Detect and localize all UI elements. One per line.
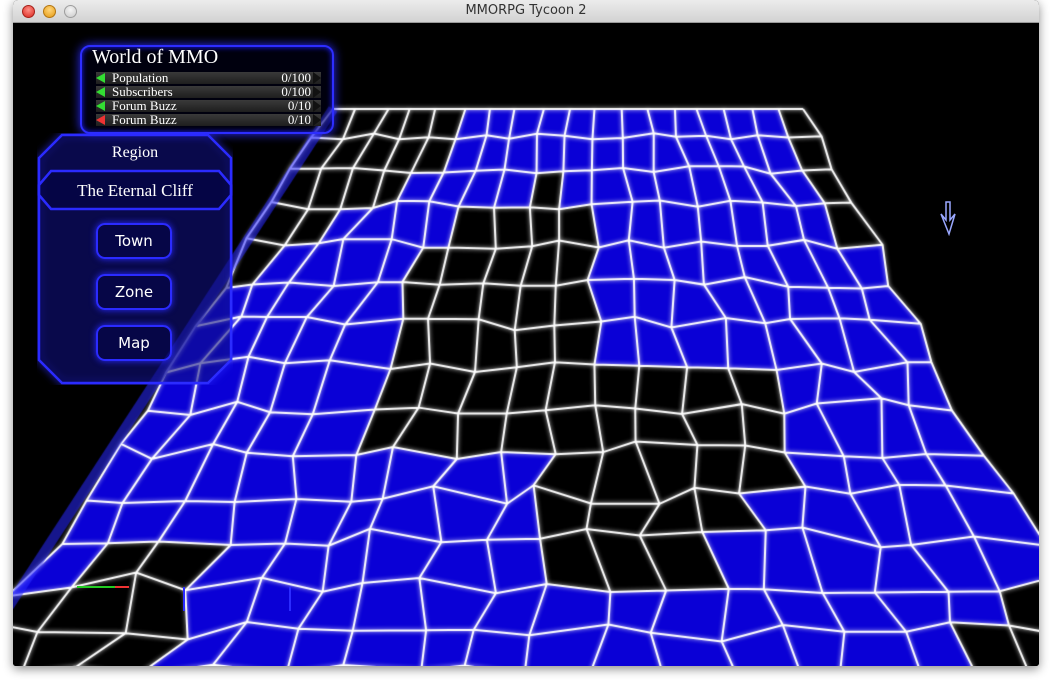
axis-gizmo-z [183,587,185,611]
trend-up-icon [96,87,105,97]
stat-row-forum-buzz-down: Forum Buzz 0/10 [96,112,321,127]
town-button[interactable]: Town [96,223,172,259]
app-window: MMORPG Tycoon 2 World of MMO Population … [13,0,1039,666]
pointer-cursor-icon [940,201,956,236]
axis-gizmo-z2 [289,587,291,611]
stat-label: Forum Buzz [112,112,177,127]
row-cap-icon [313,114,321,126]
map-button[interactable]: Map [96,325,172,361]
trend-up-icon [96,101,105,111]
stat-value: 0/10 [287,112,311,127]
stat-row-subscribers: Subscribers 0/100 [96,84,321,99]
window-title: MMORPG Tycoon 2 [465,3,587,18]
game-viewport[interactable]: World of MMO Population 0/100 Subscriber… [13,23,1039,666]
row-cap-icon [313,72,321,84]
stats-panel: World of MMO Population 0/100 Subscriber… [80,45,334,134]
axis-gizmo-xy [77,586,129,588]
stat-row-population: Population 0/100 [96,70,321,85]
zone-button[interactable]: Zone [96,274,172,310]
region-title: Region [111,144,159,161]
region-name[interactable]: The Eternal Cliff [37,181,233,201]
trend-down-icon [96,115,105,125]
trend-up-icon [96,73,105,83]
title-bar[interactable]: MMORPG Tycoon 2 [13,0,1039,23]
row-cap-icon [313,100,321,112]
stats-title: World of MMO [92,46,219,68]
stat-row-forum-buzz: Forum Buzz 0/10 [96,98,321,113]
row-cap-icon [313,86,321,98]
